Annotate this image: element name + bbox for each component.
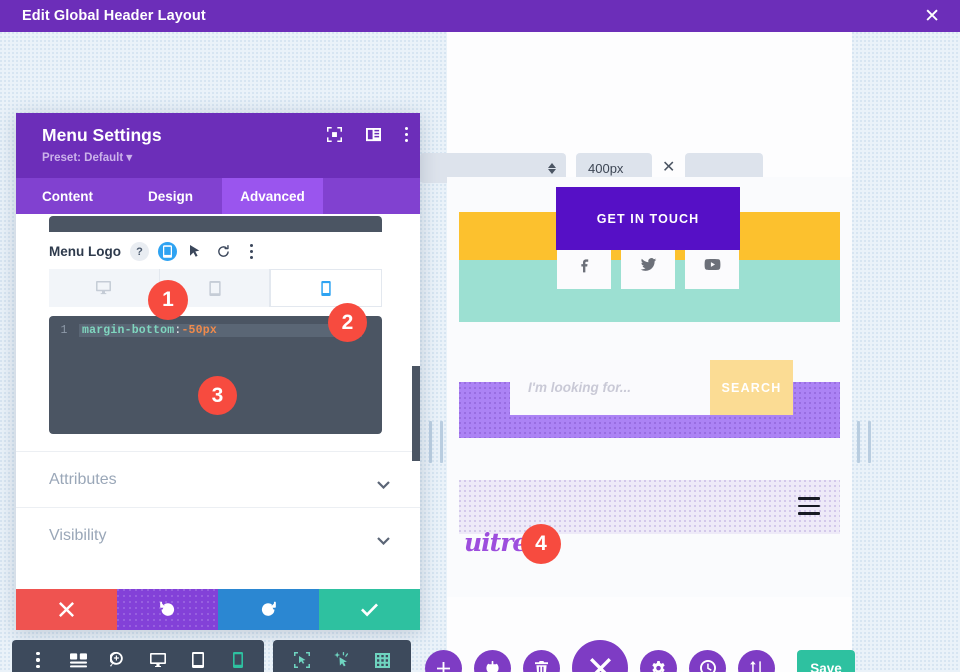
floating-action-bar: Save [425,638,945,672]
size-separator: ✕ [662,159,676,176]
get-in-touch-button[interactable]: GET IN TOUCH [556,187,740,250]
code-text: margin-bottom:-50px [79,324,362,337]
line-number: 1 [60,324,68,337]
preview-menu-bar [459,480,840,534]
power-toggle-button[interactable] [474,649,511,672]
tablet-view-icon[interactable] [178,640,218,672]
css-property: margin-bottom [82,324,175,337]
delete-button[interactable] [523,649,560,672]
modal-header-actions [326,127,408,142]
zoom-view-icon[interactable] [98,640,138,672]
annotation-badge-3: 3 [198,376,237,415]
accordion-attributes-label: Attributes [49,470,117,488]
annotation-badge-1: 1 [148,280,188,320]
accordion-attributes[interactable]: Attributes [16,451,420,507]
menu-settings-modal: Menu Settings Preset: Default ▾ Content … [16,113,420,630]
grid-mode-icon[interactable] [362,640,402,672]
more-options-icon[interactable] [404,127,408,142]
add-section-button[interactable] [425,649,462,672]
modal-action-bar [16,589,420,630]
spinner-arrows-icon [548,162,556,174]
cursor-hover-icon[interactable] [186,242,205,261]
phone-view-icon[interactable] [218,640,258,672]
save-button[interactable]: Save [797,650,855,672]
previous-code-field [49,216,382,232]
tab-advanced[interactable]: Advanced [222,178,323,214]
search-button[interactable]: SEARCH [710,360,793,415]
app-root: Edit Global Header Layout ✕ ✕ GET IN TOU… [0,0,960,672]
close-menu-button[interactable] [572,640,628,672]
modal-scrollbar[interactable] [412,366,420,461]
editor-bottom-toolbar [12,640,411,672]
click-mode-icon[interactable] [322,640,362,672]
css-value: -50px [181,324,217,337]
tab-content[interactable]: Content [16,178,119,214]
preview-search-bar: SEARCH [510,360,793,415]
window-title-bar: Edit Global Header Layout ✕ [0,0,960,32]
responsive-device-icon[interactable] [157,242,177,261]
chevron-down-icon [377,476,390,489]
portability-button[interactable] [738,649,775,672]
annotation-badge-4: 4 [521,524,561,564]
search-input[interactable] [510,360,710,415]
chevron-down-icon [377,532,390,545]
close-icon[interactable]: ✕ [920,5,944,28]
annotation-badge-2: 2 [328,303,367,342]
panel-layout-icon[interactable] [365,127,381,142]
preview-resize-handle-left[interactable] [429,421,443,463]
site-preview: GET IN TOUCH SEARCH [447,177,852,597]
save-changes-button[interactable] [319,589,420,630]
toolbar-more-icon[interactable] [18,640,58,672]
wireframe-view-icon[interactable] [58,640,98,672]
focus-target-icon[interactable] [326,127,342,142]
phone-device-tab[interactable] [270,269,383,307]
redo-button[interactable] [218,589,319,630]
cancel-changes-button[interactable] [16,589,117,630]
modal-tabs: Content Design Advanced [16,178,420,214]
desktop-view-icon[interactable] [138,640,178,672]
preview-resize-handle-right[interactable] [857,421,871,463]
toolbar-group-views [12,640,264,672]
menu-logo-label: Menu Logo [49,244,121,259]
tab-design[interactable]: Design [119,178,222,214]
tab-spacer [323,178,420,214]
accordion-visibility[interactable]: Visibility [16,507,420,563]
accordion-visibility-label: Visibility [49,526,107,544]
menu-logo-field-header: Menu Logo ? [49,242,261,261]
toolbar-group-modes [273,640,411,672]
field-options-icon[interactable] [242,242,261,261]
history-button[interactable] [689,649,726,672]
hamburger-menu-icon[interactable] [798,497,820,515]
preset-selector[interactable]: Preset: Default ▾ [42,150,406,164]
reset-icon[interactable] [214,242,233,261]
brand-logo: uitre [464,528,528,557]
help-icon[interactable]: ? [129,242,149,261]
modal-header: Menu Settings Preset: Default ▾ [16,113,420,178]
responsive-device-tabs [49,269,383,307]
undo-button[interactable] [117,589,218,630]
desktop-device-tab[interactable] [49,269,160,307]
page-title: Edit Global Header Layout [22,8,206,24]
selection-mode-icon[interactable] [282,640,322,672]
settings-button[interactable] [640,649,677,672]
editor-workspace: ✕ GET IN TOUCH SEARCH [0,32,960,672]
